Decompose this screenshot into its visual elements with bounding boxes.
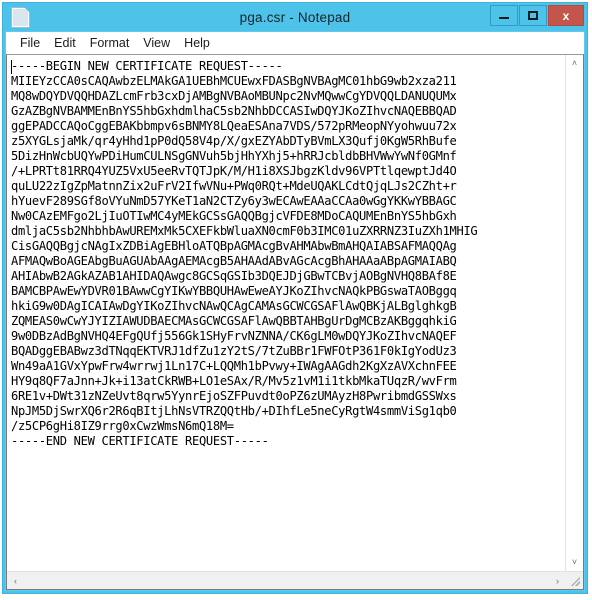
minimize-button[interactable] bbox=[490, 5, 518, 26]
notepad-document-icon bbox=[11, 7, 30, 28]
editor-row: -----BEGIN NEW CERTIFICATE REQUEST----- … bbox=[7, 55, 583, 571]
minimize-icon bbox=[499, 17, 509, 19]
maximize-icon bbox=[528, 11, 538, 20]
title-bar[interactable]: pga.csr - Notepad x bbox=[3, 3, 587, 31]
maximize-button[interactable] bbox=[519, 5, 547, 26]
menu-bar: File Edit Format View Help bbox=[6, 32, 584, 54]
caption-button-group: x bbox=[489, 5, 584, 26]
resize-grip-icon[interactable] bbox=[566, 572, 583, 589]
menu-item-help[interactable]: Help bbox=[177, 34, 217, 53]
text-caret bbox=[11, 60, 12, 74]
menu-item-edit[interactable]: Edit bbox=[47, 34, 83, 53]
menu-item-format[interactable]: Format bbox=[83, 34, 137, 53]
window-client-area: File Edit Format View Help -----BEGIN NE… bbox=[5, 31, 585, 591]
horizontal-scroll-track[interactable] bbox=[24, 572, 549, 589]
close-icon: x bbox=[562, 8, 570, 23]
certificate-request-text[interactable]: -----BEGIN NEW CERTIFICATE REQUEST----- … bbox=[11, 59, 565, 449]
scroll-up-icon[interactable]: ˄ bbox=[566, 55, 583, 72]
text-editor[interactable]: -----BEGIN NEW CERTIFICATE REQUEST----- … bbox=[7, 55, 565, 571]
vertical-scroll-track[interactable] bbox=[566, 72, 583, 554]
close-button[interactable]: x bbox=[548, 5, 584, 26]
scroll-right-icon[interactable]: › bbox=[549, 572, 566, 589]
menu-item-view[interactable]: View bbox=[136, 34, 177, 53]
vertical-scrollbar[interactable]: ˄ ˅ bbox=[565, 55, 583, 571]
menu-item-file[interactable]: File bbox=[13, 34, 47, 53]
notepad-window: pga.csr - Notepad x File Edit Format Vie… bbox=[2, 2, 588, 594]
horizontal-scrollbar[interactable]: ‹ › bbox=[7, 571, 583, 589]
editor-frame: -----BEGIN NEW CERTIFICATE REQUEST----- … bbox=[6, 54, 584, 590]
scroll-down-icon[interactable]: ˅ bbox=[566, 554, 583, 571]
scroll-left-icon[interactable]: ‹ bbox=[7, 572, 24, 589]
